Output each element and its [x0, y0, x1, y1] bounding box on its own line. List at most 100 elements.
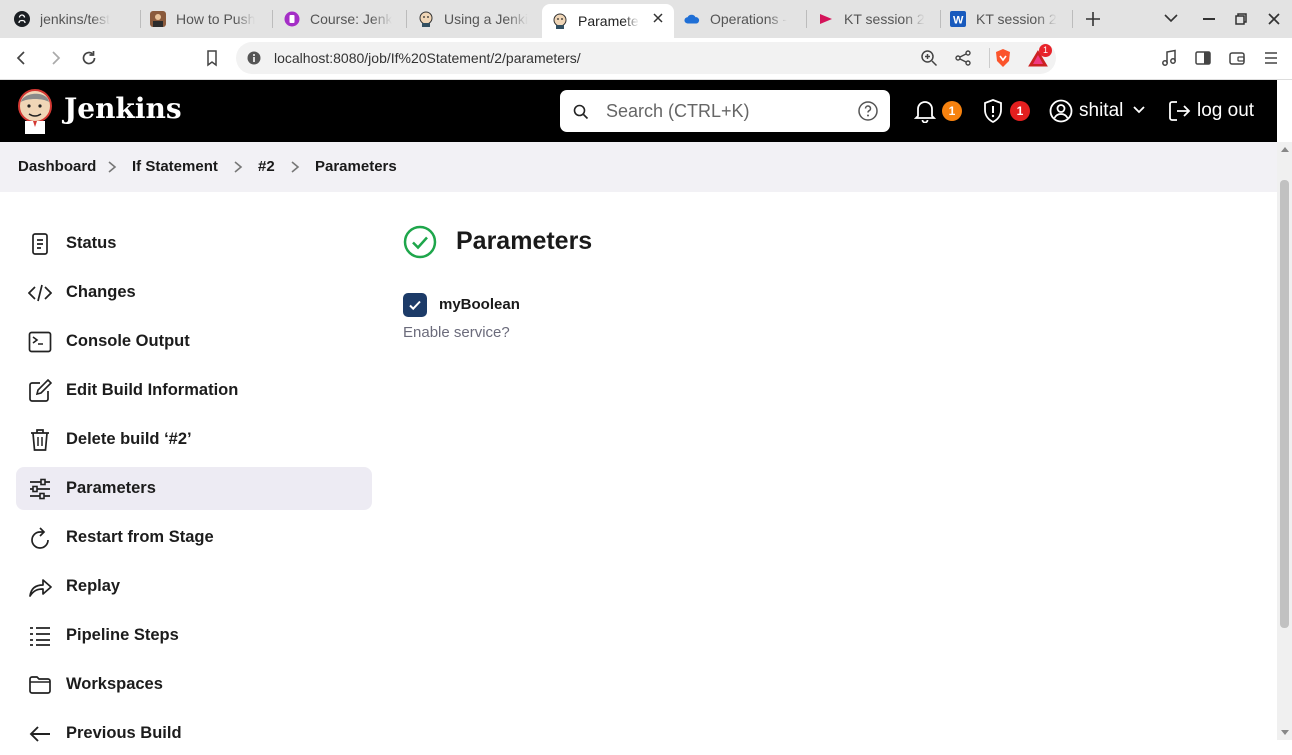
browser-tab[interactable]: How to Push — [150, 4, 262, 34]
sidebar-item-console-output[interactable]: Console Output — [16, 320, 372, 363]
sidebar-item-label: Workspaces — [66, 675, 163, 693]
breadcrumb-dashboard[interactable]: Dashboard — [18, 158, 96, 175]
sidebar-item-parameters[interactable]: Parameters — [16, 467, 372, 510]
success-check-icon — [403, 225, 437, 259]
jenkins-icon — [418, 11, 434, 27]
user-menu-chevron-icon[interactable] — [1133, 106, 1145, 114]
menu-icon[interactable] — [1262, 49, 1280, 67]
sidebar-item-label: Restart from Stage — [66, 528, 214, 546]
sidebar-item-status[interactable]: Status — [16, 222, 372, 265]
zoom-icon[interactable] — [920, 49, 938, 67]
sidebar-item-previous-build[interactable]: Previous Build — [16, 712, 372, 755]
sliders-icon — [28, 477, 52, 501]
share-icon[interactable] — [954, 49, 972, 67]
sidebar-item-changes[interactable]: Changes — [16, 271, 372, 314]
browser-tab[interactable]: Operations - — [684, 4, 796, 34]
param-checkbox[interactable] — [403, 293, 427, 317]
brave-shield-icon[interactable] — [993, 48, 1013, 68]
stream-icon — [818, 11, 834, 27]
media-icon[interactable] — [1160, 49, 1178, 67]
search-input[interactable]: Search (CTRL+K) — [606, 101, 750, 122]
security-shield-icon[interactable] — [982, 98, 1004, 124]
sidebar-item-label: Status — [66, 234, 117, 252]
sidebar-item-pipeline-steps[interactable]: Pipeline Steps — [16, 614, 372, 657]
word-icon: W — [950, 11, 966, 27]
help-icon[interactable] — [858, 101, 878, 121]
address-bar[interactable]: localhost:8080/job/If%20Statement/2/para… — [236, 42, 1056, 74]
check-icon — [409, 300, 421, 311]
sidebar-item-edit-build-information[interactable]: Edit Build Information — [16, 369, 372, 412]
sidebar-toggle-icon[interactable] — [1194, 49, 1212, 67]
param-description: Enable service? — [403, 324, 510, 341]
sidebar-item-label: Edit Build Information — [66, 381, 239, 399]
tab-label: KT session 2 — [844, 11, 925, 27]
tab-label: How to Push — [176, 11, 256, 27]
browser-tab[interactable]: Using a Jenki — [418, 4, 530, 34]
browser-tab[interactable]: jenkins/test — [14, 4, 134, 34]
list-icon — [28, 624, 52, 648]
notifications-bell-icon[interactable] — [914, 99, 936, 123]
minimize-icon[interactable] — [1203, 18, 1215, 20]
tab-label: jenkins/test — [40, 11, 111, 27]
breadcrumb-parameters[interactable]: Parameters — [315, 158, 397, 175]
url-text: localhost:8080/job/If%20Statement/2/para… — [274, 50, 581, 66]
close-tab-icon[interactable] — [652, 12, 664, 24]
sidebar-item-label: Previous Build — [66, 724, 182, 742]
arrow-left-icon — [28, 722, 52, 746]
page-title: Parameters — [456, 227, 593, 255]
person-avatar-icon — [150, 11, 166, 27]
scroll-thumb[interactable] — [1280, 180, 1289, 628]
breadcrumb-job[interactable]: If Statement — [132, 158, 218, 175]
sidebar-item-delete-build[interactable]: Delete build ‘#2’ — [16, 418, 372, 461]
notepad-icon — [28, 232, 52, 256]
browser-tab[interactable]: KT session 2 — [818, 4, 930, 34]
new-tab-icon[interactable] — [1085, 11, 1101, 27]
folder-icon — [28, 673, 52, 697]
wallet-icon[interactable] — [1228, 49, 1246, 67]
tab-bar: jenkins/test How to Push Course: Jenk Us… — [0, 0, 1292, 38]
chevron-right-icon — [106, 160, 118, 174]
user-name[interactable]: shital — [1079, 100, 1123, 122]
sidebar-item-label: Delete build ‘#2’ — [66, 430, 192, 448]
chevron-right-icon — [289, 160, 301, 174]
search-box[interactable]: Search (CTRL+K) — [560, 90, 890, 132]
user-avatar-icon[interactable] — [1049, 99, 1073, 123]
restart-icon — [28, 526, 52, 550]
jenkins-brand[interactable]: Jenkins — [64, 92, 182, 125]
logout-link[interactable]: log out — [1197, 100, 1254, 122]
tab-label: Operations - — [710, 11, 788, 27]
sidebar-item-label: Parameters — [66, 479, 156, 497]
browser-tab[interactable]: W KT session 2 — [950, 4, 1062, 34]
search-icon — [573, 104, 589, 120]
site-info-icon[interactable] — [247, 51, 261, 65]
restore-icon[interactable] — [1235, 13, 1247, 25]
github-icon — [14, 11, 30, 27]
chevron-right-icon — [232, 160, 244, 174]
sidebar-item-label: Changes — [66, 283, 136, 301]
browser-tab-active[interactable]: Paramete — [542, 4, 674, 38]
notifications-badge: 1 — [942, 101, 962, 121]
sidebar-item-replay[interactable]: Replay — [16, 565, 372, 608]
sidebar-item-workspaces[interactable]: Workspaces — [16, 663, 372, 706]
sidebar-item-label: Replay — [66, 577, 121, 595]
browser-chrome: jenkins/test How to Push Course: Jenk Us… — [0, 0, 1292, 80]
back-icon[interactable] — [13, 49, 31, 67]
logout-icon[interactable] — [1167, 99, 1191, 123]
jenkins-icon — [552, 13, 568, 29]
scrollbar[interactable] — [1277, 142, 1292, 740]
edit-icon — [28, 378, 52, 403]
sidebar-item-restart-from-stage[interactable]: Restart from Stage — [16, 516, 372, 559]
breadcrumb-build[interactable]: #2 — [258, 158, 275, 175]
tab-list-chevron-icon[interactable] — [1164, 13, 1178, 23]
browser-tab[interactable]: Course: Jenk — [284, 4, 396, 34]
forward-icon[interactable] — [46, 49, 64, 67]
scroll-up-icon[interactable] — [1281, 146, 1289, 152]
scroll-down-icon[interactable] — [1281, 730, 1289, 736]
browser-toolbar: localhost:8080/job/If%20Statement/2/para… — [0, 38, 1292, 80]
reload-icon[interactable] — [80, 49, 98, 67]
tab-label: Using a Jenki — [444, 11, 529, 27]
bookmark-icon[interactable] — [203, 49, 221, 67]
close-window-icon[interactable] — [1268, 13, 1280, 25]
code-icon — [28, 281, 52, 305]
jenkins-logo-icon[interactable] — [17, 88, 53, 134]
